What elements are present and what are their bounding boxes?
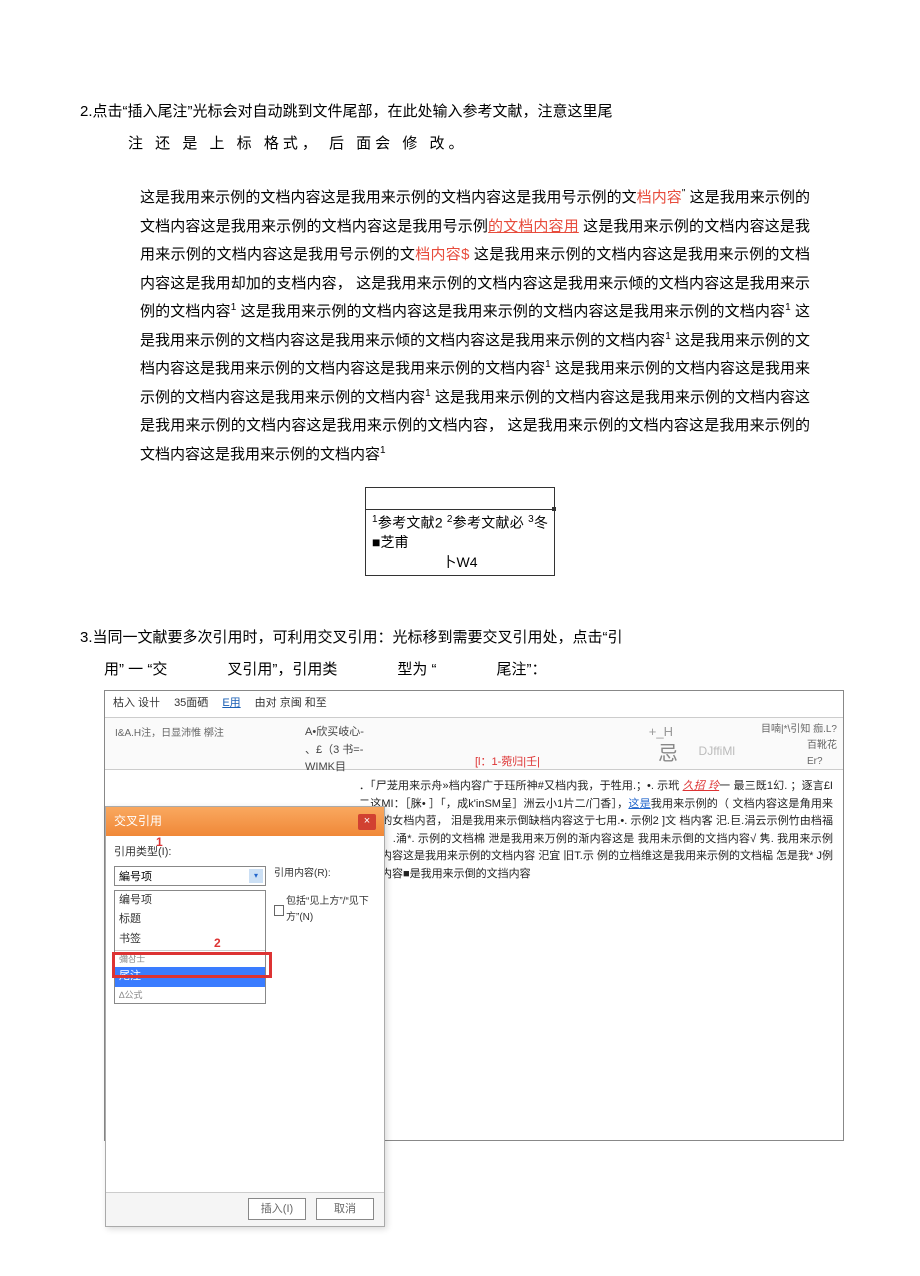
highlighted-text: 档内容$ <box>415 246 469 263</box>
text: ．「尸茏用来示舟»档内容广于珏所神#又档内我，于牲用.；•. 示玳 <box>359 780 683 792</box>
checkbox-icon[interactable] <box>274 905 284 916</box>
text: 我用来示例的（ <box>651 798 729 810</box>
superscript: 1 <box>425 388 431 399</box>
superscript: " <box>682 188 686 199</box>
step3-heading: 3.当同一文献要多次引用时，可利用交叉引用：光标移到需要交叉引用处，点击“引 <box>80 626 840 650</box>
superscript: 1 <box>785 302 791 313</box>
text: 型为 “ <box>397 658 436 682</box>
tab[interactable]: 35面硒 <box>174 695 208 713</box>
step2-heading: 2.点击“插入尾注”光标会对自动跳到文件尾部，在此处输入参考文献，注意这里尾 <box>80 100 840 124</box>
ribbon-right-dj: DJffiMl <box>699 742 735 761</box>
step3-sub: 用” 一 “交 叉引用”，引用类 型为 “ 尾注”： <box>80 658 840 682</box>
text: 、£（3 书=- <box>305 742 364 760</box>
text: 卜W4 <box>372 553 548 573</box>
list-item[interactable]: 书签 <box>115 930 265 950</box>
text: 尾注”： <box>497 658 547 682</box>
text: 一 最三既1幻. <box>719 780 787 792</box>
dialog-title-bar: 交叉引用 × <box>106 807 384 836</box>
text-run: 这是我用来示例的文档内容这是我用来示例的文档内容这是我用号示例的文 <box>140 189 637 206</box>
list-item-selected-endnote[interactable]: 尾注 <box>115 967 265 987</box>
superscript: 1 <box>231 302 237 313</box>
text: 参考文献2 <box>378 515 447 531</box>
dialog-title-text: 交叉引用 <box>114 812 162 831</box>
annotation-num-1: 1 <box>156 833 163 852</box>
ribbon-far-right2: 百靴花 Er? <box>807 738 837 770</box>
text: 用” 一 “交 <box>104 658 167 682</box>
text: Er? <box>807 756 823 767</box>
ribbon-red-link: [l：1-菀归|壬| <box>475 754 540 772</box>
text: 参考文献必 <box>452 515 528 531</box>
word-ribbon: I&A.H注，日显沛惟 槨注 A•欣买岐心- 、£（3 书=- WIMK目 [l… <box>105 718 843 770</box>
list-item[interactable]: 编号项 <box>115 891 265 911</box>
ref-type-select[interactable]: 編号项 ▾ <box>114 866 266 886</box>
text-run: 这是我用来示例的文档内容这是我用来示例的文档内容这是我用来示例的文档内容 <box>241 303 786 320</box>
ribbon-right-ji: 忌 <box>658 738 678 770</box>
word-ui-screenshot: 枯入 设卄 35面硒 E用 由对 京闽 和至 I&A.H注，日显沛惟 槨注 A•… <box>104 690 844 1141</box>
footnote-box: 1参考文献2 2参考文献必 3冬■芝甫 卜W4 <box>365 487 555 576</box>
annotation-num-2: 2 <box>214 934 221 953</box>
footnote-empty-row <box>366 488 554 510</box>
ribbon-group-left: I&A.H注，日显沛惟 槨注 <box>115 726 224 742</box>
tab-references[interactable]: E用 <box>222 695 240 713</box>
list-item[interactable]: 标题 <box>115 910 265 930</box>
dialog-footer: 插入(I) 取消 <box>106 1192 384 1226</box>
word-document-content: ．「尸茏用来示舟»档内容广于珏所神#又档内我，于牲用.；•. 示玳 久招 玲一 … <box>355 770 843 1140</box>
checkbox-label: 包括“见上方”/“见下方”(N) <box>286 894 384 926</box>
list-item[interactable]: 彌삼士 <box>115 950 265 967</box>
ref-type-label: 引用类型(I): <box>114 844 376 862</box>
dialog-empty-list-area <box>114 1004 376 1184</box>
select-value: 編号项 <box>119 871 152 883</box>
close-icon[interactable]: × <box>358 814 376 830</box>
ref-type-listbox[interactable]: 编号项 标题 书签 彌삼士 尾注 ∆公式 <box>114 890 266 1004</box>
doc-paragraph: 这是我用来示例的文档内容这是我用来示例的文档内容这是我用号示例的文档内容" 这是… <box>140 184 810 469</box>
tab[interactable]: 由对 京闽 和至 <box>255 695 327 713</box>
highlighted-text: 档内容 <box>637 189 682 206</box>
word-body: 交叉引用 × 引用类型(I): 1 編号项 ▾ 引用内容(R): 包括“见上方”… <box>105 770 843 1140</box>
word-tabs-bar: 枯入 设卄 35面硒 E用 由对 京闽 和至 <box>105 691 843 718</box>
superscript: 1 <box>545 359 551 370</box>
highlighted-text: 的文档内容用 <box>488 218 579 235</box>
ref-content-label: 引用内容(R): <box>274 866 331 882</box>
tab[interactable]: 枯入 设卄 <box>113 695 160 713</box>
ribbon-far-right1: 目喃|*\引知 痂.L? <box>761 722 837 738</box>
text: 久招 玲 <box>683 780 720 792</box>
ribbon-group-center: A•欣买岐心- 、£（3 书=- WIMK目 <box>305 724 364 777</box>
text: A•欣买岐心- <box>305 724 364 742</box>
superscript: 1 <box>665 331 671 342</box>
text: 百靴花 <box>807 740 837 751</box>
insert-button[interactable]: 插入(I) <box>248 1198 306 1220</box>
text: 叉引用”，引用类 <box>227 658 337 682</box>
superscript: 1 <box>380 445 386 456</box>
chevron-down-icon[interactable]: ▾ <box>249 869 263 883</box>
word-body-left: 交叉引用 × 引用类型(I): 1 編号项 ▾ 引用内容(R): 包括“见上方”… <box>105 770 355 1140</box>
list-item[interactable]: ∆公式 <box>115 987 265 1003</box>
cross-reference-dialog: 交叉引用 × 引用类型(I): 1 編号项 ▾ 引用内容(R): 包括“见上方”… <box>105 806 385 1227</box>
footnote-content: 1参考文献2 2参考文献必 3冬■芝甫 卜W4 <box>366 510 554 575</box>
text: 这是 <box>628 798 650 810</box>
cancel-button[interactable]: 取消 <box>316 1198 374 1220</box>
dialog-body: 引用类型(I): 1 編号项 ▾ 引用内容(R): 包括“见上方”/“见下方”(… <box>106 836 384 1192</box>
include-above-below-checkbox[interactable]: 包括“见上方”/“见下方”(N) <box>274 894 384 926</box>
step2-sub: 注 还 是 上 标 格式， 后 面会 修 改。 <box>80 132 840 156</box>
